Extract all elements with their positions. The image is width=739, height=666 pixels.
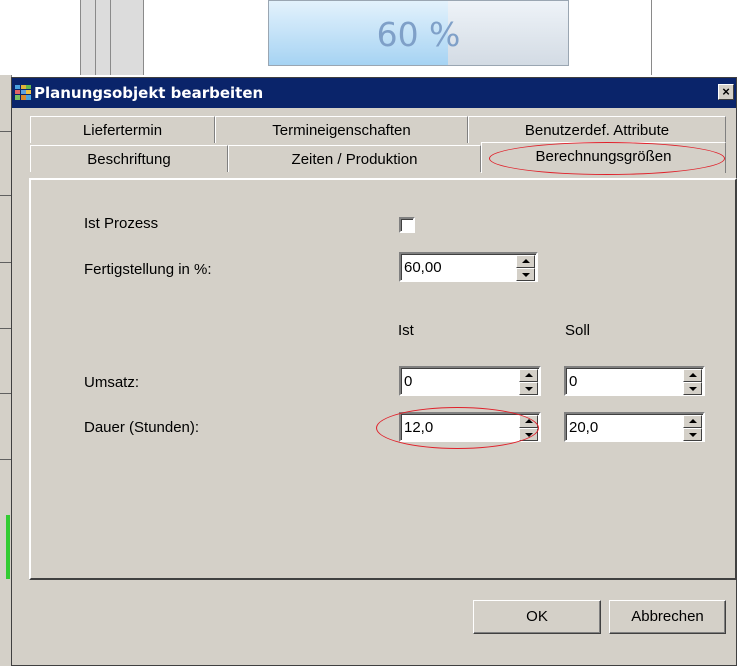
gantt-column-shade: [80, 0, 144, 75]
dauer-soll-spinbox[interactable]: [564, 412, 705, 442]
tab-liefertermin[interactable]: Liefertermin: [30, 116, 215, 143]
spin-down-button[interactable]: [683, 382, 702, 395]
dialog-title: Planungsobjekt bearbeiten: [34, 84, 264, 102]
strip-tick: [0, 393, 11, 394]
arrow-up-icon: [689, 373, 697, 377]
umsatz-soll-input[interactable]: [569, 371, 678, 392]
arrow-down-icon: [689, 433, 697, 437]
progress-label: 60 %: [376, 15, 461, 54]
umsatz-ist-spinbox[interactable]: [399, 366, 541, 396]
background-gantt-area: 60 %: [0, 0, 739, 75]
tab-termineigenschaften[interactable]: Termineigenschaften: [215, 116, 468, 143]
strip-tick: [0, 459, 11, 460]
tab-label: Termineigenschaften: [272, 122, 411, 139]
arrow-down-icon: [525, 387, 533, 391]
spin-down-button[interactable]: [683, 428, 702, 441]
arrow-up-icon: [689, 419, 697, 423]
strip-green-marker: [6, 515, 10, 579]
dauer-ist-input[interactable]: [404, 417, 514, 438]
column-header-soll: Soll: [565, 322, 591, 339]
tab-panel-berechnungsgroessen: Ist Prozess Fertigstellung in %: Ist Sol…: [29, 178, 737, 580]
planning-object-icon: [15, 85, 31, 100]
umsatz-ist-spin-buttons: [519, 369, 538, 395]
dialog-titlebar[interactable]: Planungsobjekt bearbeiten ×: [12, 78, 736, 108]
close-button[interactable]: ×: [718, 84, 734, 100]
gantt-gridline: [80, 0, 81, 75]
strip-tick: [0, 195, 11, 196]
arrow-up-icon: [525, 373, 533, 377]
strip-tick: [0, 328, 11, 329]
dauer-soll-input[interactable]: [569, 417, 678, 438]
arrow-down-icon: [689, 387, 697, 391]
umsatz-soll-spin-buttons: [683, 369, 702, 395]
spin-up-button[interactable]: [519, 369, 538, 382]
fertigstellung-input[interactable]: [404, 257, 511, 278]
strip-tick: [0, 262, 11, 263]
ok-button[interactable]: OK: [473, 600, 601, 634]
umsatz-label: Umsatz:: [84, 374, 140, 391]
spin-down-button[interactable]: [516, 268, 535, 281]
spin-up-button[interactable]: [519, 415, 538, 428]
column-header-ist: Ist: [398, 322, 414, 339]
fertigstellung-label: Fertigstellung in %:: [84, 261, 212, 278]
tab-berechnungsgroessen[interactable]: Berechnungsgrößen: [481, 142, 726, 173]
spin-up-button[interactable]: [516, 255, 535, 268]
tab-label: Zeiten / Produktion: [291, 151, 418, 168]
tab-benutzerdef-attribute[interactable]: Benutzerdef. Attribute: [468, 116, 726, 143]
spin-down-button[interactable]: [519, 382, 538, 395]
ist-prozess-label: Ist Prozess: [84, 215, 159, 232]
ok-button-label: OK: [526, 608, 548, 625]
ist-prozess-checkbox[interactable]: [399, 217, 415, 233]
spin-up-button[interactable]: [683, 369, 702, 382]
fertigstellung-spinbox[interactable]: [399, 252, 538, 282]
arrow-down-icon: [525, 433, 533, 437]
arrow-up-icon: [522, 259, 530, 263]
arrow-up-icon: [525, 419, 533, 423]
gantt-gridline: [110, 0, 111, 75]
tab-label: Liefertermin: [82, 122, 163, 139]
dauer-soll-spin-buttons: [683, 415, 702, 441]
spin-down-button[interactable]: [519, 428, 538, 441]
gantt-gridline: [651, 0, 652, 75]
gantt-gridline: [95, 0, 96, 75]
tab-label: Beschriftung: [87, 151, 171, 168]
dauer-ist-spin-buttons: [519, 415, 538, 441]
tab-zeiten-produktion[interactable]: Zeiten / Produktion: [228, 145, 481, 172]
tab-beschriftung[interactable]: Beschriftung: [30, 145, 228, 172]
progress-bar: 60 %: [268, 0, 569, 66]
cancel-button-label: Abbrechen: [631, 608, 704, 625]
umsatz-soll-spinbox[interactable]: [564, 366, 705, 396]
cancel-button[interactable]: Abbrechen: [609, 600, 726, 634]
spin-up-button[interactable]: [683, 415, 702, 428]
dauer-ist-spinbox[interactable]: [399, 412, 541, 442]
tab-label: Benutzerdef. Attribute: [524, 122, 670, 139]
edit-planning-object-dialog: Planungsobjekt bearbeiten × Liefertermin…: [11, 77, 737, 666]
close-icon: ×: [722, 84, 730, 99]
umsatz-ist-input[interactable]: [404, 371, 514, 392]
dauer-label: Dauer (Stunden):: [84, 419, 200, 436]
fertigstellung-spin-buttons: [516, 255, 535, 281]
gantt-gridline: [143, 0, 144, 75]
strip-tick: [0, 131, 11, 132]
arrow-down-icon: [522, 273, 530, 277]
tab-label: Berechnungsgrößen: [535, 148, 672, 165]
